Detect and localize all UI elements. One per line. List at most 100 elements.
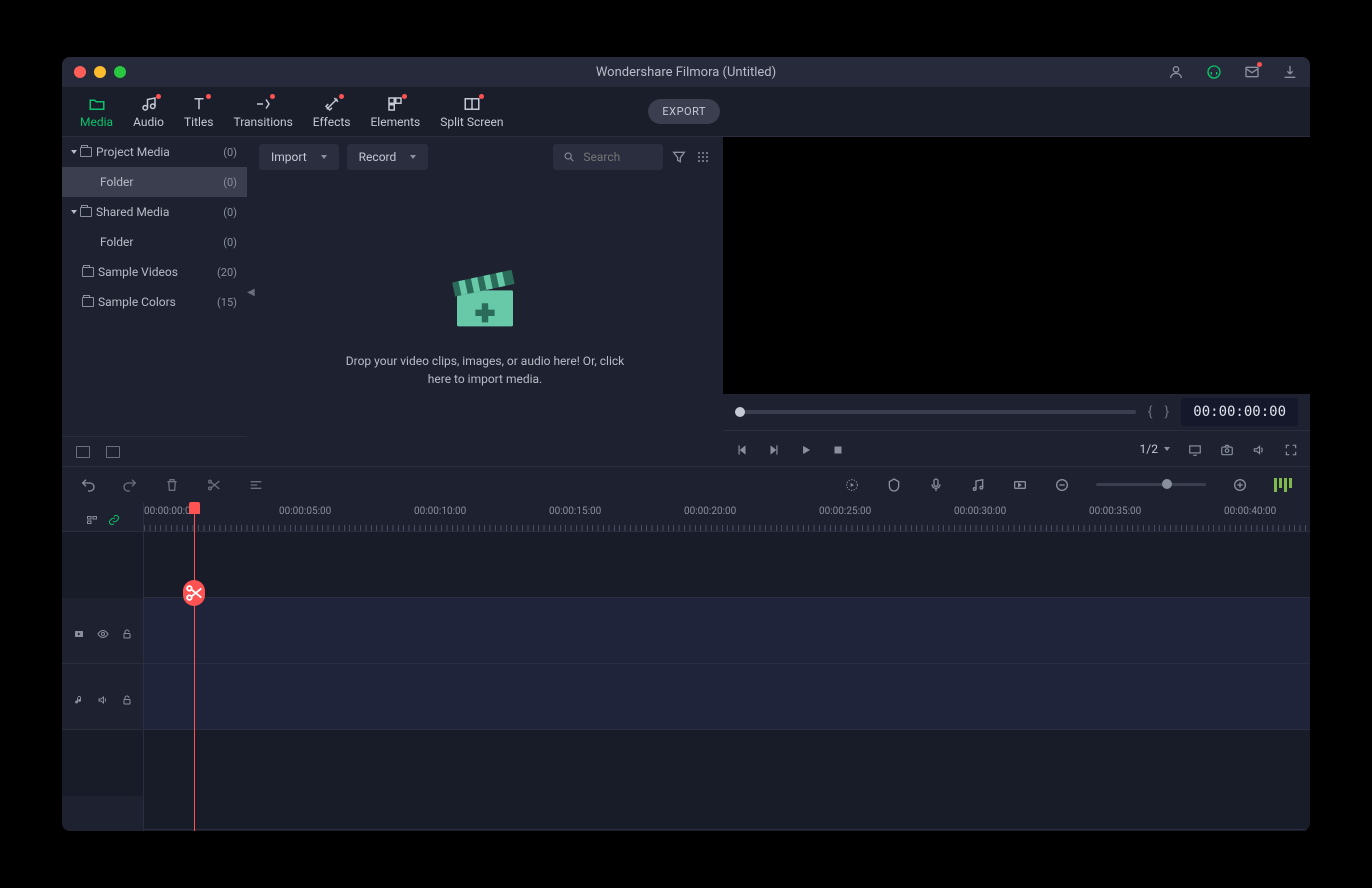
sidebar-item-shared-media[interactable]: Shared Media(0) xyxy=(62,197,247,227)
maximize-window-button[interactable] xyxy=(114,66,126,78)
audio-icon xyxy=(140,95,158,113)
ruler-tick: 00:00:40:00 xyxy=(1224,506,1276,517)
tab-audio[interactable]: Audio xyxy=(123,91,174,133)
display-settings-icon[interactable] xyxy=(1188,442,1202,456)
manage-tracks-icon[interactable] xyxy=(86,511,98,523)
lock-icon[interactable] xyxy=(121,625,133,637)
ruler-tick: 00:00:15:00 xyxy=(549,506,601,517)
redo-button[interactable] xyxy=(122,477,138,493)
volume-icon[interactable] xyxy=(1252,442,1266,456)
tree-item-label: Shared Media xyxy=(96,205,169,219)
lock-icon[interactable] xyxy=(121,691,133,703)
search-box[interactable] xyxy=(553,144,663,170)
support-icon[interactable] xyxy=(1206,64,1222,80)
drop-area-text: Drop your video clips, images, or audio … xyxy=(335,352,635,388)
ruler-tick: 00:00:20:00 xyxy=(684,506,736,517)
ruler-tick: 00:00:05:00 xyxy=(279,506,331,517)
audio-track-icon[interactable] xyxy=(73,691,85,703)
tree-item-label: Sample Colors xyxy=(98,295,176,309)
delete-button[interactable] xyxy=(164,477,180,493)
export-button[interactable]: EXPORT xyxy=(648,99,720,124)
prev-frame-button[interactable] xyxy=(735,442,749,456)
audio-track-1[interactable] xyxy=(144,664,1310,730)
split-button[interactable] xyxy=(206,477,222,493)
ruler-tick: 00:00:25:00 xyxy=(819,506,871,517)
audio-meter-icon[interactable] xyxy=(1274,478,1292,492)
elements-icon xyxy=(386,95,404,113)
tree-item-label: Sample Videos xyxy=(98,265,178,279)
filter-icon[interactable] xyxy=(671,149,687,165)
render-preview-icon[interactable] xyxy=(844,477,860,493)
video-track-icon[interactable] xyxy=(73,625,85,637)
undo-button[interactable] xyxy=(80,477,96,493)
record-dropdown[interactable]: Record xyxy=(347,144,429,170)
preview-canvas[interactable] xyxy=(723,137,1310,394)
timeline-ruler[interactable]: 00:00:00:0000:00:05:0000:00:10:0000:00:1… xyxy=(144,502,1310,532)
messages-icon[interactable] xyxy=(1244,64,1260,80)
item-count: (15) xyxy=(217,296,237,309)
folder-icon xyxy=(80,147,92,157)
fullscreen-icon[interactable] xyxy=(1284,442,1298,456)
download-icon[interactable] xyxy=(1282,64,1298,80)
snapshot-icon[interactable] xyxy=(1220,442,1234,456)
playhead[interactable] xyxy=(194,502,195,831)
search-icon xyxy=(563,149,575,165)
timeline: 00:00:00:0000:00:05:0000:00:10:0000:00:1… xyxy=(62,502,1310,831)
sidebar-item-sample-colors[interactable]: Sample Colors (15) xyxy=(62,287,247,317)
tab-titles[interactable]: Titles xyxy=(174,91,223,133)
tab-split-screen[interactable]: Split Screen xyxy=(430,91,513,133)
item-count: (0) xyxy=(223,236,237,249)
marker-icon[interactable] xyxy=(886,477,902,493)
import-dropdown[interactable]: Import xyxy=(259,144,339,170)
audio-mixer-icon[interactable] xyxy=(970,477,986,493)
main-toolbar: Media Audio Titles Transitions Effects E… xyxy=(62,87,1310,137)
chevron-down-icon xyxy=(410,155,416,159)
playhead-split-button[interactable] xyxy=(183,580,205,606)
mark-in-button[interactable]: { xyxy=(1148,404,1153,420)
mute-icon[interactable] xyxy=(97,691,109,703)
grid-view-icon[interactable] xyxy=(695,149,711,165)
video-track-1[interactable] xyxy=(144,598,1310,664)
preview-scrubber[interactable] xyxy=(735,410,1136,414)
zoom-in-button[interactable] xyxy=(1232,477,1248,493)
preview-quality-dropdown[interactable]: 1/2 xyxy=(1140,442,1170,456)
item-count: (0) xyxy=(223,176,237,189)
app-window: Wondershare Filmora (Untitled) Media Aud… xyxy=(62,57,1310,831)
sidebar-item-project-media[interactable]: Project Media(0) xyxy=(62,137,247,167)
mark-out-button[interactable]: } xyxy=(1165,404,1170,420)
edit-tools-button[interactable] xyxy=(248,477,264,493)
next-frame-button[interactable] xyxy=(767,442,781,456)
folder-icon xyxy=(82,297,94,307)
tab-elements[interactable]: Elements xyxy=(360,91,430,133)
new-folder-plus-icon[interactable] xyxy=(76,446,90,458)
tab-transitions[interactable]: Transitions xyxy=(223,91,302,133)
stop-button[interactable] xyxy=(831,442,845,456)
tab-media[interactable]: Media xyxy=(70,91,123,133)
play-button[interactable] xyxy=(799,442,813,456)
keyframe-icon[interactable] xyxy=(1012,477,1028,493)
search-input[interactable] xyxy=(583,150,653,164)
account-icon[interactable] xyxy=(1168,64,1184,80)
sidebar-item-folder[interactable]: Folder(0) xyxy=(62,227,247,257)
zoom-out-button[interactable] xyxy=(1054,477,1070,493)
voiceover-icon[interactable] xyxy=(928,477,944,493)
titles-icon xyxy=(190,95,208,113)
timecode-display: 00:00:00:00 xyxy=(1181,398,1298,426)
tab-effects[interactable]: Effects xyxy=(303,91,361,133)
media-drop-area[interactable]: Drop your video clips, images, or audio … xyxy=(247,177,723,466)
close-window-button[interactable] xyxy=(74,66,86,78)
collapse-sidebar-handle[interactable]: ◀ xyxy=(247,277,255,307)
zoom-slider[interactable] xyxy=(1096,483,1206,486)
visibility-icon[interactable] xyxy=(97,625,109,637)
minimize-window-button[interactable] xyxy=(94,66,106,78)
preview-panel: { } 00:00:00:00 1/2 xyxy=(723,137,1310,466)
timeline-body[interactable]: 00:00:00:0000:00:05:0000:00:10:0000:00:1… xyxy=(144,502,1310,831)
sidebar-item-sample-videos[interactable]: Sample Videos(20) xyxy=(62,257,247,287)
sidebar-item-folder[interactable]: Folder(0) xyxy=(62,167,247,197)
ruler-tick: 00:00:10:00 xyxy=(414,506,466,517)
transitions-icon xyxy=(254,95,272,113)
folder-icon xyxy=(82,267,94,277)
link-icon[interactable] xyxy=(108,511,120,523)
folder-icon[interactable] xyxy=(106,446,120,458)
item-count: (0) xyxy=(223,146,237,159)
